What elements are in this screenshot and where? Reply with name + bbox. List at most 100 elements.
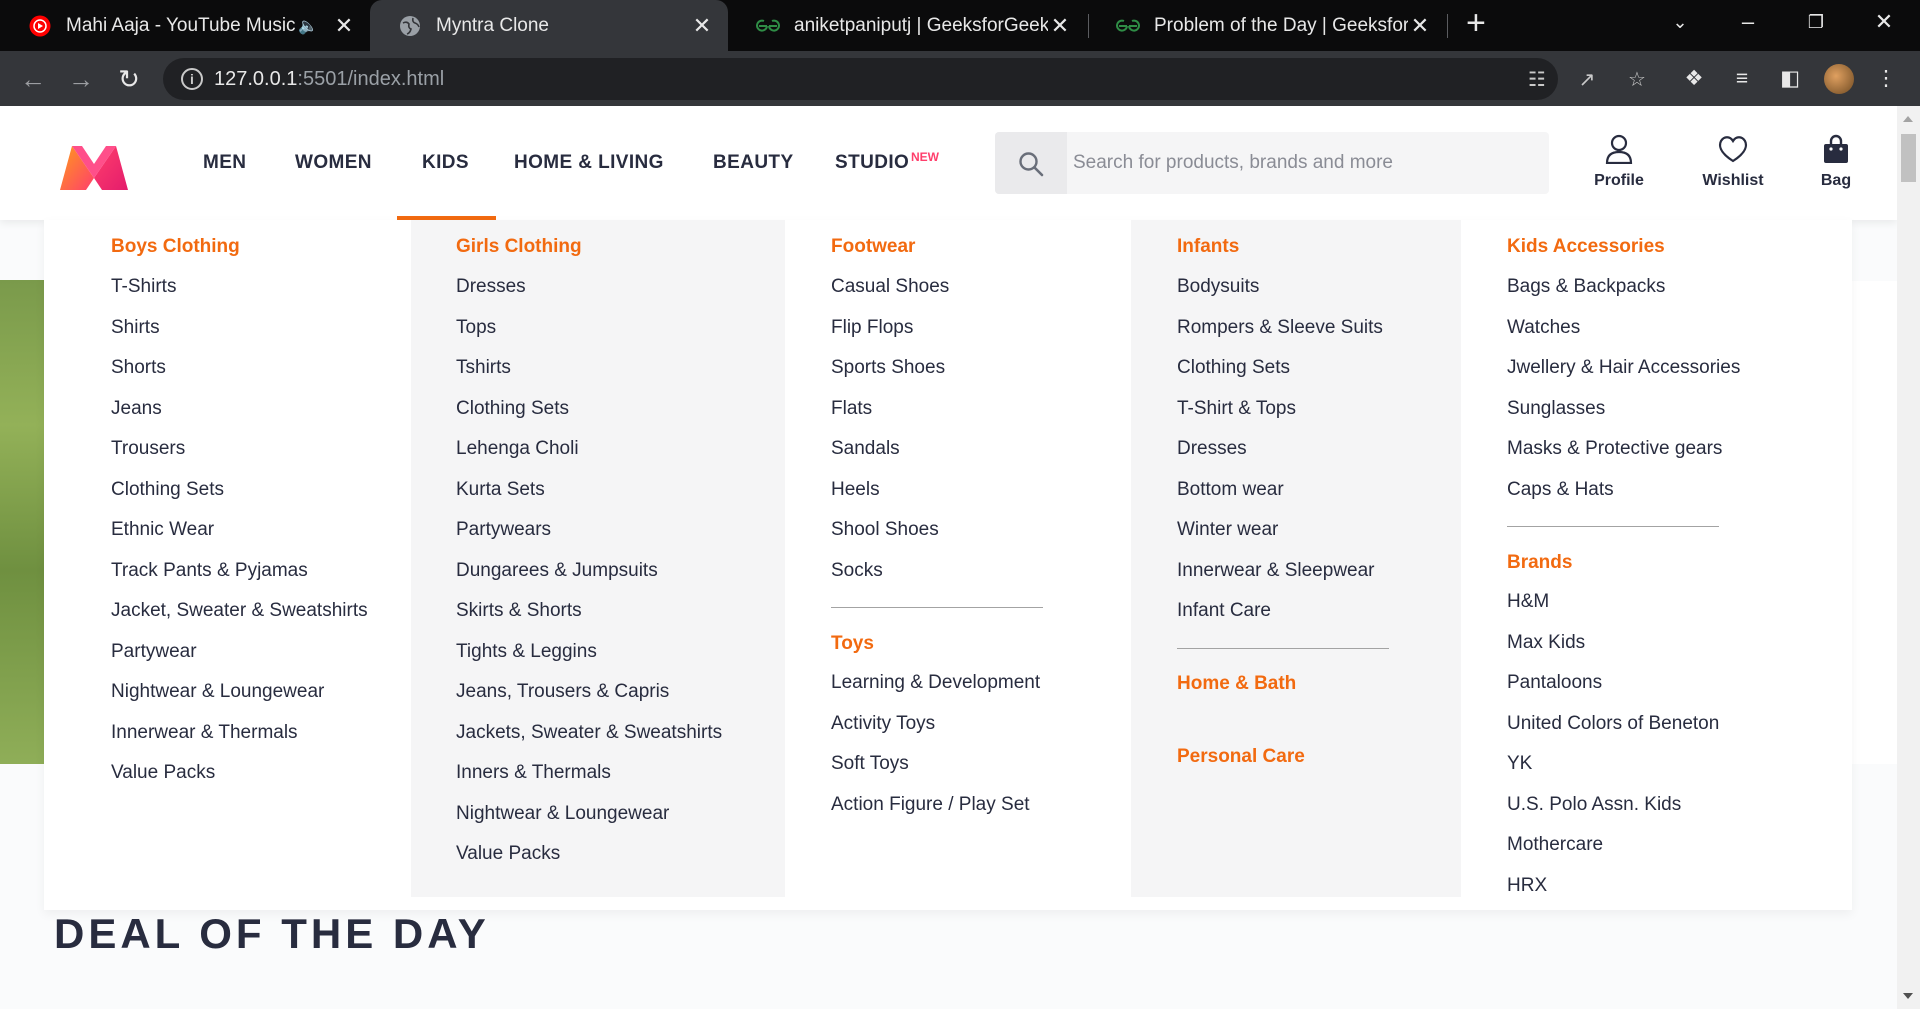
side-panel-icon[interactable]: ◧ <box>1776 65 1804 93</box>
nav-kids[interactable]: KIDS <box>422 152 469 174</box>
menu-item[interactable]: Pantaloons <box>1507 672 1602 694</box>
menu-item[interactable]: Activity Toys <box>831 713 935 735</box>
restore-icon[interactable]: ❐ <box>1786 0 1846 44</box>
heading-girls-clothing[interactable]: Girls Clothing <box>456 236 582 258</box>
menu-item[interactable]: Trousers <box>111 438 185 460</box>
heading-home-bath[interactable]: Home & Bath <box>1177 673 1296 695</box>
menu-item[interactable]: Flip Flops <box>831 317 913 339</box>
myntra-logo[interactable] <box>58 142 130 192</box>
heading-brands[interactable]: Brands <box>1507 552 1572 574</box>
menu-item[interactable]: Innerwear & Sleepwear <box>1177 560 1375 582</box>
minimize-icon[interactable]: – <box>1718 0 1778 44</box>
menu-item[interactable]: YK <box>1507 753 1532 775</box>
menu-item[interactable]: Max Kids <box>1507 632 1585 654</box>
close-tab-icon[interactable]: ✕ <box>690 13 714 39</box>
menu-item[interactable]: Partywear <box>111 641 197 663</box>
scroll-down-arrow-icon[interactable] <box>1903 993 1913 999</box>
new-tab-button[interactable]: + <box>1466 4 1486 43</box>
nav-beauty[interactable]: BEAUTY <box>713 152 794 174</box>
menu-item[interactable]: Flats <box>831 398 872 420</box>
speaker-icon[interactable]: 🔈 <box>298 16 318 36</box>
heading-toys[interactable]: Toys <box>831 633 874 655</box>
heading-kids-accessories[interactable]: Kids Accessories <box>1507 236 1665 258</box>
menu-item[interactable]: Clothing Sets <box>1177 357 1290 379</box>
nav-men[interactable]: MEN <box>203 152 246 174</box>
menu-item[interactable]: Tshirts <box>456 357 511 379</box>
extensions-puzzle-icon[interactable]: ❖ <box>1680 65 1708 93</box>
menu-item[interactable]: Bags & Backpacks <box>1507 276 1665 298</box>
menu-item[interactable]: Sports Shoes <box>831 357 945 379</box>
menu-item[interactable]: Value Packs <box>456 843 560 865</box>
window-close-icon[interactable]: ✕ <box>1854 0 1914 44</box>
close-tab-icon[interactable]: ✕ <box>1408 13 1432 39</box>
search-input[interactable] <box>1067 132 1537 194</box>
heading-infants[interactable]: Infants <box>1177 236 1239 258</box>
menu-item[interactable]: Caps & Hats <box>1507 479 1614 501</box>
menu-item[interactable]: Sunglasses <box>1507 398 1605 420</box>
menu-item[interactable]: Partywears <box>456 519 551 541</box>
wishlist-button[interactable]: Wishlist <box>1698 134 1768 190</box>
heading-personal-care[interactable]: Personal Care <box>1177 746 1305 768</box>
menu-item[interactable]: Clothing Sets <box>456 398 569 420</box>
menu-item[interactable]: Jackets, Sweater & Sweatshirts <box>456 722 722 744</box>
menu-item[interactable]: Casual Shoes <box>831 276 949 298</box>
menu-item[interactable]: Value Packs <box>111 762 215 784</box>
menu-item[interactable]: Track Pants & Pyjamas <box>111 560 308 582</box>
menu-item[interactable]: Clothing Sets <box>111 479 224 501</box>
media-controls-icon[interactable]: ≡ <box>1728 65 1756 93</box>
menu-item[interactable]: Masks & Protective gears <box>1507 438 1722 460</box>
scroll-up-arrow-icon[interactable] <box>1903 116 1913 122</box>
menu-item[interactable]: U.S. Polo Assn. Kids <box>1507 794 1681 816</box>
profile-button[interactable]: Profile <box>1590 134 1648 190</box>
back-arrow-icon[interactable]: ← <box>18 65 48 93</box>
forward-arrow-icon[interactable]: → <box>66 65 96 93</box>
tab-geeksforgeeks-profile[interactable]: aniketpaniputj | GeeksforGeeks P ✕ <box>728 0 1086 51</box>
menu-item[interactable]: Inners & Thermals <box>456 762 611 784</box>
menu-item[interactable]: Jeans <box>111 398 162 420</box>
page-scrollbar[interactable] <box>1897 106 1920 1009</box>
menu-item[interactable]: Nightwear & Loungewear <box>456 803 669 825</box>
menu-item[interactable]: Ethnic Wear <box>111 519 214 541</box>
tab-search-chevron-icon[interactable]: ⌄ <box>1650 0 1710 44</box>
menu-item[interactable]: Watches <box>1507 317 1580 339</box>
close-tab-icon[interactable]: ✕ <box>332 13 356 39</box>
tab-youtube-music[interactable]: Mahi Aaja - YouTube Music 🔈 ✕ <box>0 0 370 51</box>
url-text[interactable]: 127.0.0.1:5501/index.html <box>214 68 444 91</box>
menu-item[interactable]: Tops <box>456 317 496 339</box>
menu-item[interactable]: Nightwear & Loungewear <box>111 681 324 703</box>
menu-item[interactable]: Action Figure / Play Set <box>831 794 1030 816</box>
reload-icon[interactable]: ↻ <box>114 65 144 93</box>
menu-item[interactable]: T-Shirt & Tops <box>1177 398 1296 420</box>
menu-item[interactable]: Heels <box>831 479 880 501</box>
menu-item[interactable]: Shirts <box>111 317 160 339</box>
menu-item[interactable]: Tights & Leggins <box>456 641 597 663</box>
kebab-menu-icon[interactable]: ⋮ <box>1872 65 1900 93</box>
menu-item[interactable]: Mothercare <box>1507 834 1603 856</box>
menu-item[interactable]: Dungarees & Jumpsuits <box>456 560 658 582</box>
nav-home-living[interactable]: HOME & LIVING <box>514 152 664 174</box>
menu-item[interactable]: United Colors of Beneton <box>1507 713 1719 735</box>
menu-item[interactable]: Socks <box>831 560 883 582</box>
menu-item[interactable]: Dresses <box>456 276 526 298</box>
menu-item[interactable]: Jacket, Sweater & Sweatshirts <box>111 600 368 622</box>
menu-item[interactable]: HRX <box>1507 875 1547 897</box>
site-info-icon[interactable]: i <box>181 68 203 90</box>
menu-item[interactable]: Skirts & Shorts <box>456 600 582 622</box>
scroll-thumb[interactable] <box>1901 134 1916 182</box>
menu-item[interactable]: Shool Shoes <box>831 519 939 541</box>
menu-item[interactable]: H&M <box>1507 591 1549 613</box>
translate-icon[interactable]: ☷ <box>1525 68 1549 92</box>
menu-item[interactable]: Jwellery & Hair Accessories <box>1507 357 1740 379</box>
heading-footwear[interactable]: Footwear <box>831 236 915 258</box>
menu-item[interactable]: Bottom wear <box>1177 479 1284 501</box>
search-icon[interactable] <box>995 132 1067 194</box>
menu-item[interactable]: Shorts <box>111 357 166 379</box>
nav-women[interactable]: WOMEN <box>295 152 372 174</box>
menu-item[interactable]: Soft Toys <box>831 753 909 775</box>
menu-item[interactable]: Sandals <box>831 438 900 460</box>
menu-item[interactable]: Dresses <box>1177 438 1247 460</box>
menu-item[interactable]: Lehenga Choli <box>456 438 579 460</box>
profile-avatar[interactable] <box>1824 64 1854 94</box>
address-bar[interactable]: i 127.0.0.1:5501/index.html ☷ ↗ ☆ <box>163 58 1646 100</box>
tab-geeksforgeeks-potd[interactable]: Problem of the Day | GeeksforGe ✕ <box>1088 0 1446 51</box>
